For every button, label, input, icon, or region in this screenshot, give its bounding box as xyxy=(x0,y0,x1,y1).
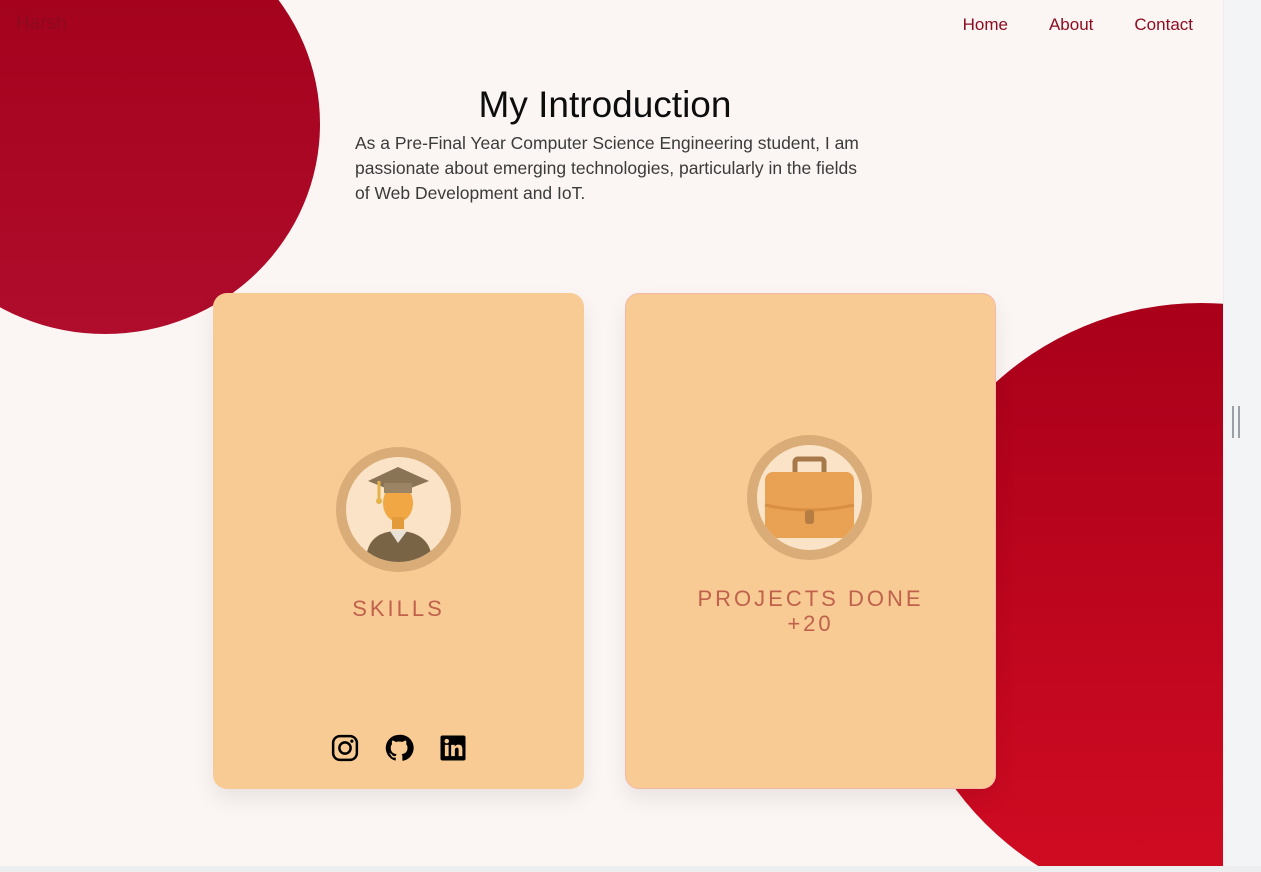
scrollbar-grip[interactable] xyxy=(1232,406,1240,438)
social-links xyxy=(213,733,584,763)
linkedin-icon[interactable] xyxy=(438,733,468,763)
graduate-icon-ring xyxy=(336,447,461,572)
top-navbar: Harsh Home About Contact xyxy=(0,0,1223,50)
vertical-scrollbar[interactable] xyxy=(1223,0,1261,866)
projects-label: PROJECTS DONE xyxy=(697,586,924,611)
brand-logo[interactable]: Harsh xyxy=(16,13,67,35)
nav-link-contact[interactable]: Contact xyxy=(1134,15,1193,35)
projects-card[interactable]: PROJECTS DONE +20 xyxy=(625,293,996,789)
briefcase-icon-ring xyxy=(747,435,872,560)
skills-card[interactable]: SKILLS xyxy=(213,293,584,789)
nav-link-about[interactable]: About xyxy=(1049,15,1093,35)
briefcase-icon xyxy=(757,445,862,550)
intro-title: My Introduction xyxy=(478,84,732,125)
horizontal-scrollbar[interactable] xyxy=(0,866,1261,872)
skills-label: SKILLS xyxy=(352,596,445,621)
nav-links: Home About Contact xyxy=(963,15,1193,35)
page: Harsh Home About Contact My Introduction… xyxy=(0,0,1223,866)
nav-link-home[interactable]: Home xyxy=(963,15,1008,35)
graduate-icon xyxy=(346,457,451,562)
github-icon[interactable] xyxy=(384,733,414,763)
decorative-blob-left xyxy=(0,0,320,334)
intro-text: As a Pre-Final Year Computer Science Eng… xyxy=(355,133,859,203)
projects-count: +20 xyxy=(787,611,834,636)
instagram-icon[interactable] xyxy=(330,733,360,763)
